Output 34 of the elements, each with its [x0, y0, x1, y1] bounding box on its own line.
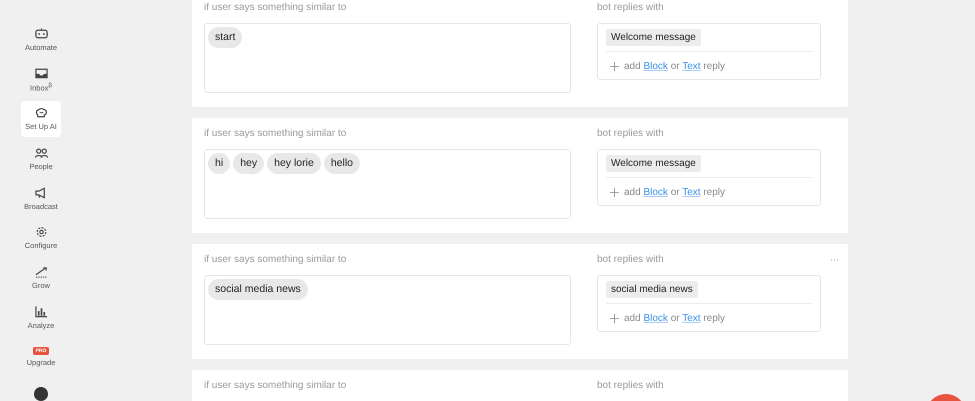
- growth-line-icon: [34, 266, 48, 278]
- reply-block-chip[interactable]: Welcome message: [606, 155, 701, 172]
- keywords-field[interactable]: hi hey hey lorie hello: [204, 149, 571, 219]
- robot-icon: [34, 28, 48, 40]
- keyword-chip[interactable]: hey lorie: [267, 153, 321, 174]
- add-reply-text: add Block or Text reply: [624, 186, 725, 198]
- trigger-label: if user says something similar to: [204, 127, 348, 141]
- reply-label: bot replies with: [597, 1, 665, 15]
- people-icon: [34, 146, 48, 159]
- inbox-icon: [34, 66, 48, 79]
- reply-block-chip[interactable]: Welcome message: [606, 29, 701, 46]
- reply-label: bot replies with: [597, 379, 665, 393]
- keyword-chip[interactable]: hey: [233, 153, 264, 174]
- trigger-label: if user says something similar to: [204, 1, 348, 15]
- add-reply-text: add Block or Text reply: [624, 312, 725, 324]
- reply-label: bot replies with: [597, 253, 665, 267]
- settings-icon: [34, 226, 48, 238]
- plus-icon[interactable]: [610, 314, 619, 322]
- plus-icon[interactable]: [610, 188, 619, 196]
- keyword-chip[interactable]: hello: [324, 153, 360, 174]
- bar-chart-icon: [34, 306, 48, 318]
- megaphone-icon: [34, 186, 48, 199]
- add-reply-text: add Block or Text reply: [624, 60, 725, 72]
- trigger-label: if user says something similar to: [204, 379, 348, 393]
- avatar[interactable]: [34, 387, 48, 401]
- keyword-chip[interactable]: social media news: [208, 279, 308, 300]
- keyword-chip[interactable]: hi: [208, 153, 230, 174]
- plus-icon[interactable]: [610, 62, 619, 70]
- reply-label: bot replies with: [597, 127, 665, 141]
- keywords-field[interactable]: start: [204, 23, 571, 93]
- keyword-chip[interactable]: start: [208, 27, 242, 48]
- trigger-label: if user says something similar to: [204, 253, 348, 267]
- keywords-field[interactable]: social media news: [204, 275, 571, 345]
- reply-block-chip[interactable]: social media news: [606, 281, 698, 298]
